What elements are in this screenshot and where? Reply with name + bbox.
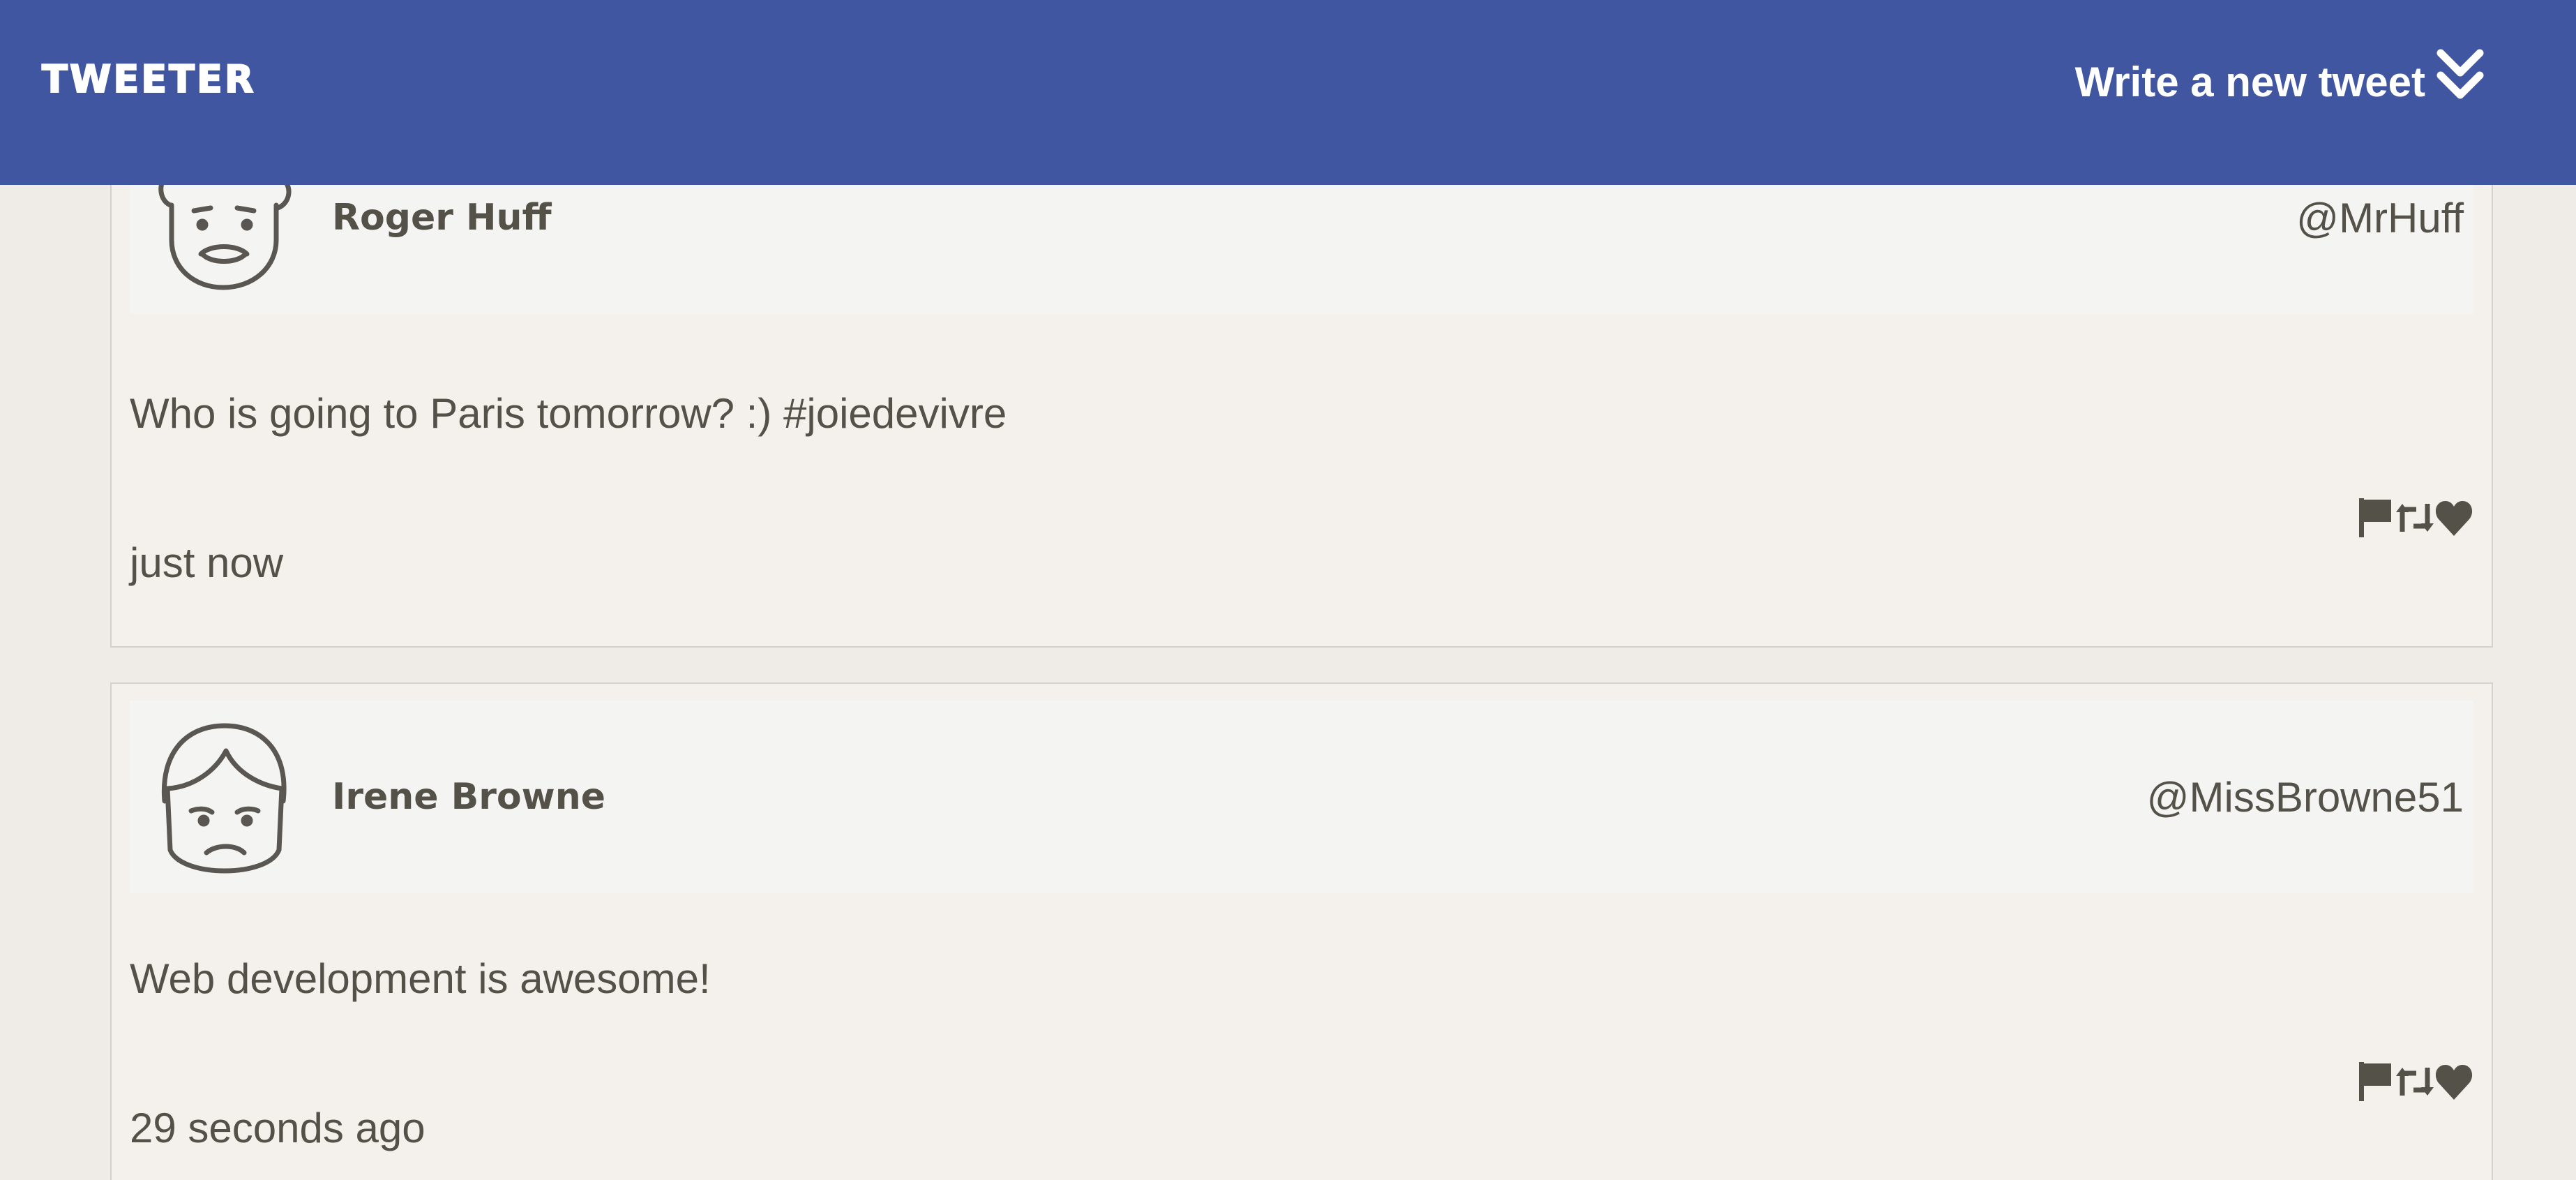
- user-avatar-icon: [161, 723, 287, 874]
- tweet-card: Irene Browne @MissBrowne51 Web developme…: [110, 682, 2493, 1180]
- flag-icon[interactable]: [2356, 497, 2395, 539]
- brand-logo[interactable]: TWEETER: [41, 57, 255, 102]
- retweet-icon[interactable]: [2395, 497, 2434, 539]
- tweet-actions: [2356, 497, 2473, 539]
- tweet-timestamp: just now: [130, 539, 284, 586]
- top-nav: TWEETER Write a new tweet: [0, 0, 2576, 185]
- heart-icon[interactable]: [2434, 1061, 2473, 1103]
- write-new-tweet-label: Write a new tweet: [2074, 58, 2425, 105]
- tweet-header: Irene Browne @MissBrowne51: [130, 701, 2473, 893]
- write-new-tweet-button[interactable]: Write a new tweet: [2075, 43, 2485, 120]
- double-chevron-down-icon: [2436, 49, 2484, 99]
- tweet-card: Roger Huff @MrHuff Who is going to Paris…: [110, 121, 2493, 648]
- user-handle[interactable]: @MissBrowne51: [2147, 701, 2464, 893]
- heart-icon[interactable]: [2434, 497, 2473, 539]
- tweet-timestamp: 29 seconds ago: [130, 1105, 425, 1151]
- user-name[interactable]: Irene Browne: [332, 701, 605, 893]
- page: TWEETER Write a new tweet Roger Huff @Mr…: [0, 0, 2576, 1180]
- flag-icon[interactable]: [2356, 1061, 2395, 1103]
- retweet-icon[interactable]: [2395, 1061, 2434, 1103]
- tweet-content: Web development is awesome!: [130, 955, 711, 1002]
- tweet-actions: [2356, 1061, 2473, 1103]
- tweet-content: Who is going to Paris tomorrow? :) #joie…: [130, 390, 1007, 437]
